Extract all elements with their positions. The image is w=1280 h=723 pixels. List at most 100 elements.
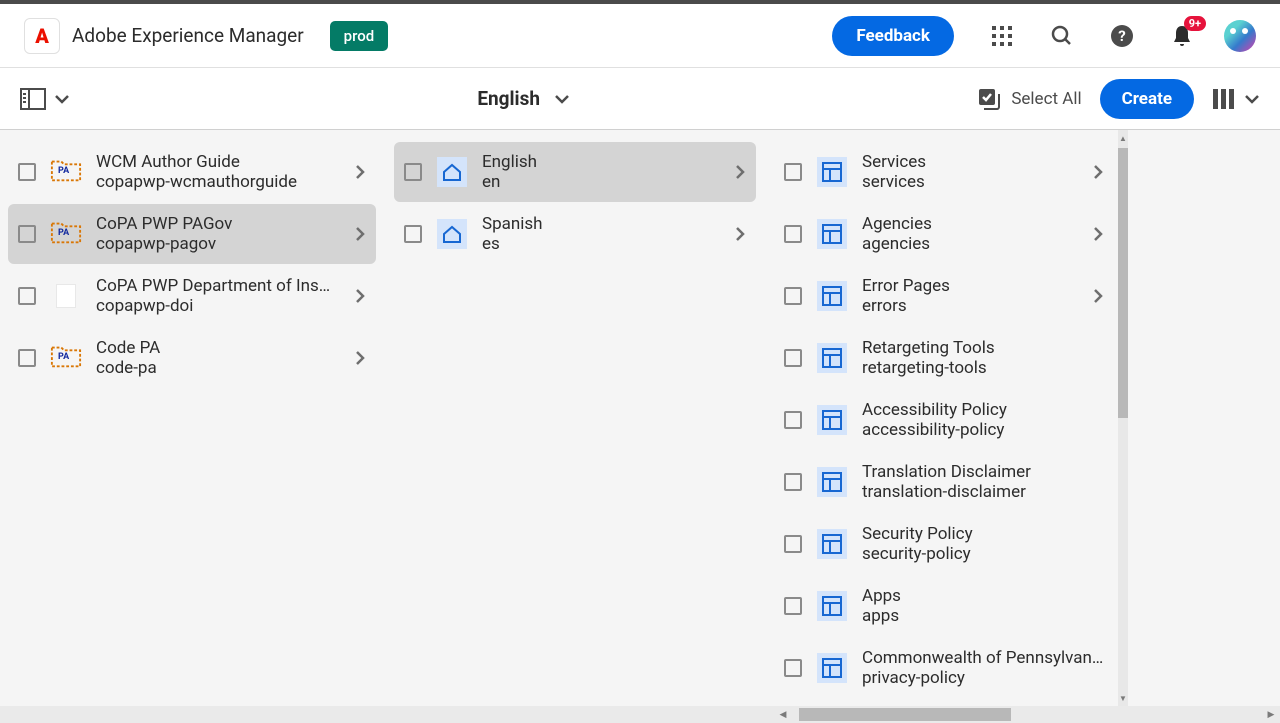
chevron-right-icon [354,287,366,305]
checkbox[interactable] [784,225,802,243]
item-type-icon [816,466,848,498]
env-badge: prod [330,21,389,51]
item-title: Agencies [862,214,1088,234]
item-type-icon: PA [50,156,82,188]
scroll-left-arrow[interactable]: ◀ [776,706,790,723]
scroll-up-arrow[interactable]: ▲ [1118,132,1128,144]
item-title: Services [862,152,1088,172]
item-name: copapwp-pagov [96,234,350,254]
create-button[interactable]: Create [1100,79,1194,119]
checkbox[interactable] [784,349,802,367]
item-name: apps [862,606,1104,626]
chevron-right-icon [734,225,746,243]
item-text: Accessibility Policyaccessibility-policy [862,400,1104,440]
item-text: WCM Author Guidecopapwp-wcmauthorguide [96,152,350,192]
bell-icon[interactable]: 9+ [1164,18,1200,54]
list-item[interactable]: Retargeting Toolsretargeting-tools [774,328,1114,388]
checkbox[interactable] [784,473,802,491]
column-2: Englishen Spanishes [380,130,760,706]
chevron-right-icon [1092,287,1104,305]
checkbox[interactable] [18,349,36,367]
item-text: Servicesservices [862,152,1088,192]
scrollbar-thumb[interactable] [1118,148,1128,418]
item-type-icon [816,528,848,560]
chevron-right-icon [354,349,366,367]
item-text: Security Policysecurity-policy [862,524,1104,564]
item-text: Englishen [482,152,730,192]
notification-badge: 9+ [1184,16,1206,31]
view-mode-switcher[interactable] [1212,88,1260,110]
list-item[interactable]: PACoPA PWP PAGovcopapwp-pagov [8,204,376,264]
checkbox[interactable] [784,597,802,615]
item-title: Retargeting Tools [862,338,1104,358]
item-type-icon [816,652,848,684]
breadcrumb-current: English [477,87,540,110]
chevron-right-icon [734,163,746,181]
list-item[interactable]: Accessibility Policyaccessibility-policy [774,390,1114,450]
item-name: retargeting-tools [862,358,1104,378]
item-name: code-pa [96,358,350,378]
chevron-down-icon [1244,94,1260,104]
item-name: agencies [862,234,1088,254]
chevron-right-icon [1092,163,1104,181]
scroll-down-arrow[interactable]: ▼ [1118,692,1128,704]
rail-toggle[interactable] [20,88,70,110]
list-item[interactable]: Commonwealth of Pennsylvan…privacy-polic… [774,638,1114,698]
list-item[interactable]: Spanishes [394,204,756,264]
vertical-scrollbar[interactable]: ▲ ▼ [1118,130,1128,706]
feedback-button[interactable]: Feedback [832,16,954,56]
item-type-icon [436,218,468,250]
select-all-icon [977,87,1001,111]
item-type-icon [816,342,848,374]
list-item[interactable]: Error Pageserrors [774,266,1114,326]
item-type-icon [436,156,468,188]
help-icon[interactable]: ? [1104,18,1140,54]
search-icon[interactable] [1044,18,1080,54]
checkbox[interactable] [18,163,36,181]
breadcrumb-dropdown[interactable]: English [477,87,570,110]
list-item[interactable]: Translation Disclaimertranslation-discla… [774,452,1114,512]
item-text: CoPA PWP Department of Ins…copapwp-doi [96,276,350,316]
list-item[interactable]: Agenciesagencies [774,204,1114,264]
list-item[interactable]: Englishen [394,142,756,202]
item-title: CoPA PWP Department of Ins… [96,276,350,296]
scroll-right-arrow[interactable]: ▶ [1264,706,1278,723]
checkbox[interactable] [784,659,802,677]
list-item[interactable]: PA WCM Author Guidecopapwp-wcmauthorguide [8,142,376,202]
item-title: English [482,152,730,172]
item-type-icon [816,218,848,250]
chevron-right-icon [354,163,366,181]
chevron-right-icon [1092,225,1104,243]
checkbox[interactable] [784,287,802,305]
list-item[interactable]: Security Policysecurity-policy [774,514,1114,574]
apps-grid-icon[interactable] [984,18,1020,54]
horizontal-scrollbar[interactable]: ◀ ▶ [0,706,1280,723]
checkbox[interactable] [18,225,36,243]
checkbox[interactable] [18,287,36,305]
item-type-icon [816,280,848,312]
chevron-right-icon [354,225,366,243]
scrollbar-thumb[interactable] [799,708,1011,721]
select-all-button[interactable]: Select All [977,87,1081,111]
item-name: services [862,172,1088,192]
list-item[interactable]: PACode PAcode-pa [8,328,376,388]
item-title: Error Pages [862,276,1088,296]
column-1: PA WCM Author Guidecopapwp-wcmauthorguide… [0,130,380,706]
chevron-down-icon [54,94,70,104]
item-name: copapwp-wcmauthorguide [96,172,350,192]
checkbox[interactable] [784,411,802,429]
item-text: Code PAcode-pa [96,338,350,378]
item-name: translation-disclaimer [862,482,1104,502]
list-item[interactable]: CoPA PWP Department of Ins…copapwp-doi [8,266,376,326]
list-item[interactable]: Appsapps [774,576,1114,636]
item-text: Spanishes [482,214,730,254]
checkbox[interactable] [784,535,802,553]
avatar[interactable] [1224,20,1256,52]
checkbox[interactable] [784,163,802,181]
item-name: es [482,234,730,254]
item-text: Commonwealth of Pennsylvan…privacy-polic… [862,648,1104,688]
list-item[interactable]: Servicesservices [774,142,1114,202]
adobe-logo[interactable]: A [24,18,60,54]
checkbox[interactable] [404,225,422,243]
checkbox[interactable] [404,163,422,181]
